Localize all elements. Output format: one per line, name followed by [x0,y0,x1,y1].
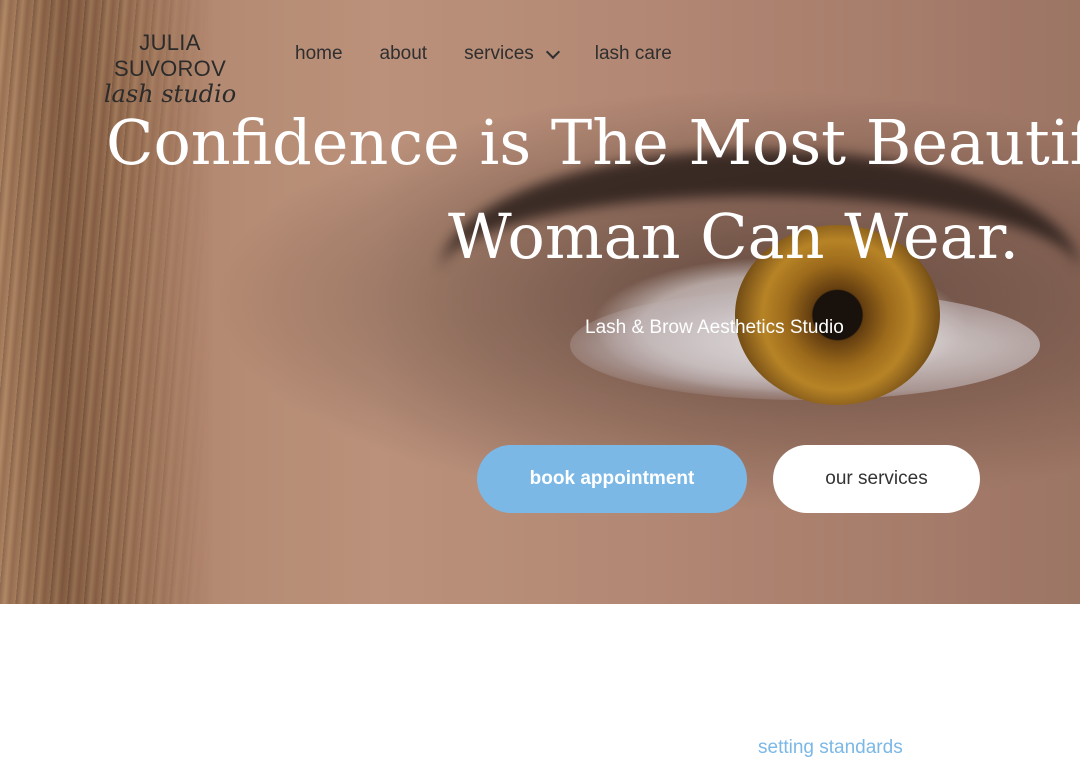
main-nav: home about services lash care [295,43,709,65]
nav-home-label: home [295,43,343,64]
nav-services[interactable]: services [464,43,560,65]
logo-tagline: lash studio [103,80,237,108]
hero-subtitle: Lash & Brow Aesthetics Studio [585,317,844,338]
nav-services-label: services [464,43,534,64]
nav-about-label: about [379,43,428,64]
nav-about[interactable]: about [380,43,428,65]
nav-home[interactable]: home [295,43,343,65]
hero-headline-line1: Confidence is The Most Beautiful [106,106,1080,179]
our-services-button[interactable]: our services [773,445,980,513]
logo-name: JULIA SUVOROV [113,30,227,81]
chevron-down-icon[interactable] [545,44,560,59]
hero-headline-line2: Woman Can Wear. [448,200,1020,273]
section-label: setting standards [758,737,903,758]
nav-lash-care[interactable]: lash care [595,43,672,65]
book-appointment-button[interactable]: book appointment [477,445,747,513]
studio-logo[interactable]: JULIA SUVOROV lash studio [84,30,256,106]
hero-section: JULIA SUVOROV lash studio home about ser… [0,0,1080,604]
nav-lash-care-label: lash care [594,43,672,64]
